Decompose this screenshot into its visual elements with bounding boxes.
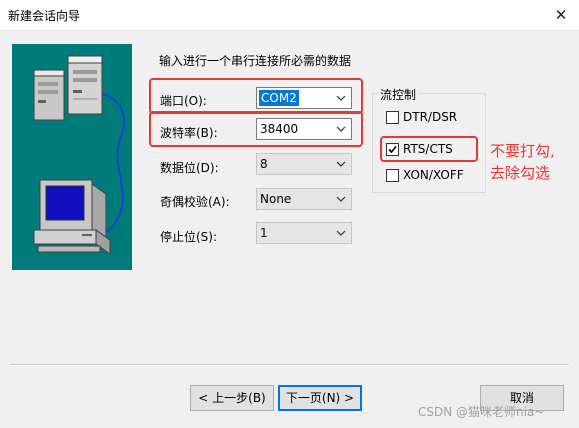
parity-label: 奇偶校验(A): (160, 195, 230, 209)
instruction-text: 输入进行一个串行连接所必需的数据 (159, 54, 352, 68)
back-button[interactable]: < 上一步(B) (190, 385, 274, 411)
annotation-line-2: 去除勾选 (490, 164, 551, 182)
next-button[interactable]: 下一页(N) > (278, 385, 362, 411)
parity-value: None (260, 192, 292, 206)
dtr-dsr-checkbox[interactable] (386, 111, 399, 124)
title-bar: 新建会话向导 ✕ (0, 0, 579, 31)
flow-control-label: 流控制 (378, 86, 419, 103)
serial-connection-illustration (12, 44, 132, 270)
close-button[interactable]: ✕ (546, 4, 576, 26)
close-icon: ✕ (554, 6, 568, 24)
stop-bits-label: 停止位(S): (160, 230, 218, 244)
footer-divider (10, 364, 569, 366)
stop-bits-value: 1 (260, 226, 268, 240)
parity-select[interactable]: None (256, 188, 352, 210)
chevron-down-icon (336, 230, 346, 236)
stop-bits-select[interactable]: 1 (256, 222, 352, 244)
annotation-note: 不要打勾, 去除勾选 (490, 140, 555, 184)
port-highlight (149, 78, 363, 114)
rts-cts-highlight (380, 136, 478, 162)
window-title: 新建会话向导 (8, 9, 81, 23)
chevron-down-icon (336, 196, 346, 202)
xon-xoff-checkbox[interactable] (386, 169, 399, 182)
xon-xoff-label: XON/XOFF (403, 168, 464, 182)
baud-highlight (149, 111, 363, 147)
data-bits-label: 数据位(D): (160, 161, 219, 175)
annotation-line-1: 不要打勾, (490, 142, 555, 160)
dtr-dsr-label: DTR/DSR (403, 110, 458, 124)
data-bits-select[interactable]: 8 (256, 153, 352, 175)
computer-icon (33, 179, 111, 255)
data-bits-value: 8 (260, 157, 268, 171)
watermark: CSDN @猫咪老师nia~ (418, 405, 545, 419)
chevron-down-icon (336, 161, 346, 167)
